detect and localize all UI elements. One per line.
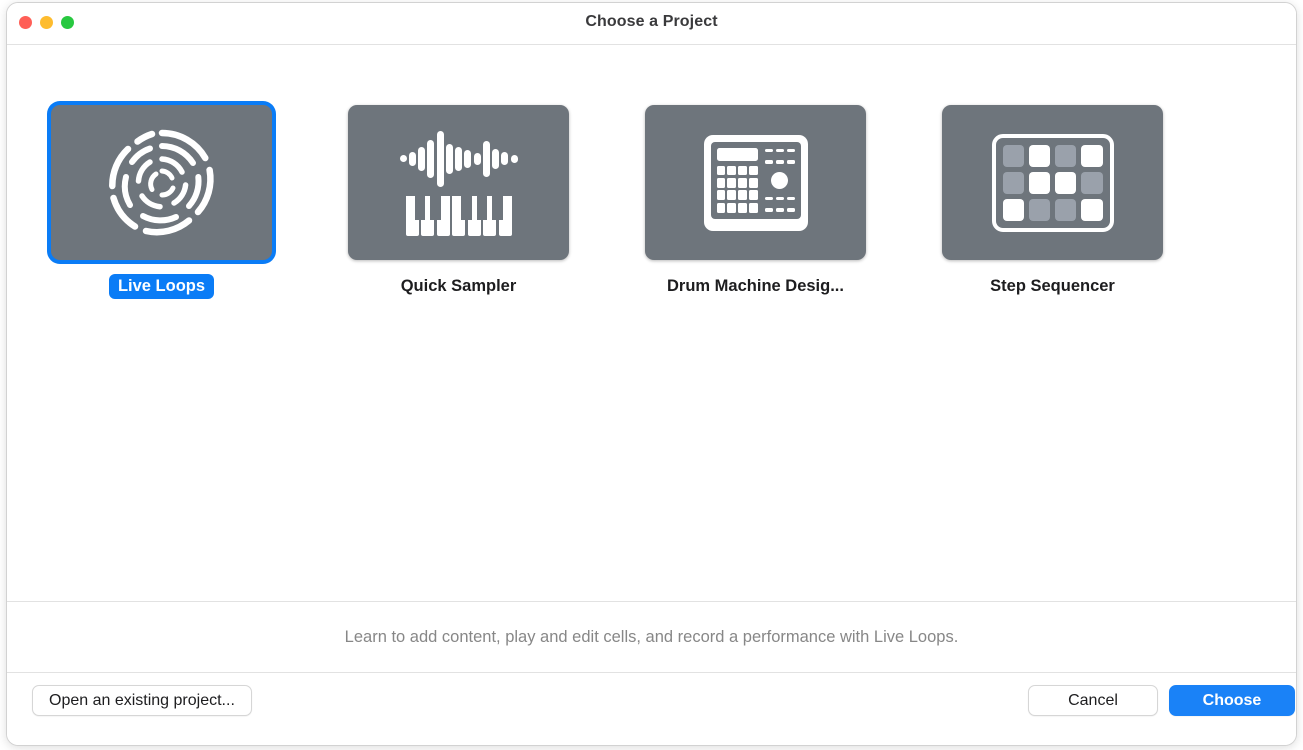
project-tile-live-loops[interactable]: Live Loops xyxy=(13,105,310,299)
title-bar: Choose a Project xyxy=(7,3,1296,45)
drum-machine-knob xyxy=(771,171,789,189)
waveform-graphic xyxy=(399,130,518,188)
project-chooser-body: Live Loops Quick Sampler Drum Machine De… xyxy=(7,45,1296,601)
description-bar: Learn to add content, play and edit cell… xyxy=(7,601,1296,673)
project-tile-label: Step Sequencer xyxy=(990,277,1115,295)
project-thumbnail xyxy=(645,105,866,260)
project-thumbnail-wrapper xyxy=(348,105,569,260)
choose-project-dialog: Choose a Project Live Loops Quick Sample… xyxy=(6,2,1297,746)
project-tile-step-sequencer[interactable]: Step Sequencer xyxy=(904,105,1201,299)
step-grid xyxy=(1002,144,1103,221)
choose-button[interactable]: Choose xyxy=(1169,685,1295,716)
dialog-button-bar: Open an existing project... Cancel Choos… xyxy=(7,673,1296,745)
project-thumbnail-wrapper xyxy=(51,105,272,260)
project-thumbnail xyxy=(51,105,272,260)
project-tile-label: Quick Sampler xyxy=(400,277,517,295)
window-title: Choose a Project xyxy=(585,13,718,30)
project-tile-quick-sampler[interactable]: Quick Sampler xyxy=(310,105,607,299)
project-tile-label: Drum Machine Desig... xyxy=(667,277,844,295)
project-description: Learn to add content, play and edit cell… xyxy=(344,627,959,646)
project-tile-drum-machine-designer[interactable]: Drum Machine Desig... xyxy=(607,105,904,299)
quick-sampler-icon xyxy=(399,130,518,236)
drum-machine-display xyxy=(716,147,758,161)
drum-machine-pads xyxy=(716,165,758,213)
cancel-button[interactable]: Cancel xyxy=(1028,685,1158,716)
project-tile-grid: Live Loops Quick Sampler Drum Machine De… xyxy=(7,45,1296,299)
live-loops-icon xyxy=(108,129,214,235)
project-thumbnail-wrapper xyxy=(942,105,1163,260)
project-thumbnail xyxy=(348,105,569,260)
step-sequencer-icon xyxy=(991,133,1114,232)
project-tile-label: Live Loops xyxy=(108,274,215,299)
open-existing-project-button[interactable]: Open an existing project... xyxy=(32,685,252,716)
drum-machine-icon xyxy=(703,134,808,231)
project-thumbnail-wrapper xyxy=(645,105,866,260)
piano-keys-graphic xyxy=(405,195,512,236)
project-thumbnail xyxy=(942,105,1163,260)
